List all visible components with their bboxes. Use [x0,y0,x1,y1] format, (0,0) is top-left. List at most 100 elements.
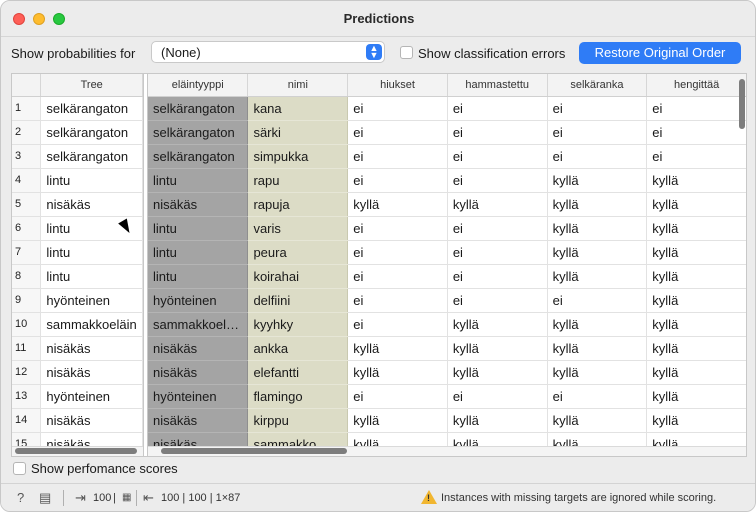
hair-cell: ei [347,384,448,409]
row-number: 13 [12,384,42,409]
type-cell: lintu [148,168,249,193]
prediction-row[interactable]: 3 selkärangaton [12,144,143,169]
name-cell: delfiini [247,288,349,313]
hair-cell: kyllä [347,360,448,385]
breathes-cell: kyllä [646,408,746,433]
tree-prediction-cell: nisäkäs [40,192,143,217]
tree-prediction-cell: hyönteinen [40,384,143,409]
row-number-header [12,74,42,97]
breathes-cell: kyllä [646,312,746,337]
type-cell: selkärangaton [148,144,249,169]
report-icon[interactable]: ▤ [39,490,51,506]
tree-prediction-cell: hyönteinen [40,288,143,313]
prediction-row[interactable]: 13 hyönteinen [12,384,143,409]
performance-scores-checkbox[interactable] [13,462,26,475]
type-cell: hyönteinen [148,288,249,313]
data-row[interactable]: hyönteinen delfiini ei ei ei kyllä [148,288,746,313]
window-title: Predictions [343,11,415,26]
data-row[interactable]: selkärangaton kana ei ei ei ei [148,96,746,121]
data-row[interactable]: hyönteinen flamingo ei ei ei kyllä [148,384,746,409]
data-row[interactable]: nisäkäs ankka kyllä kyllä kyllä kyllä [148,336,746,361]
warning-message: Instances with missing targets are ignor… [441,492,717,504]
tree-prediction-cell: selkärangaton [40,144,143,169]
data-row[interactable]: nisäkäs elefantti kyllä kyllä kyllä kyllä [148,360,746,385]
teeth-cell: ei [447,168,548,193]
vertical-scrollbar[interactable] [739,79,745,129]
prediction-row[interactable]: 4 lintu [12,168,143,193]
data-row[interactable]: lintu rapu ei ei kyllä kyllä [148,168,746,193]
column-header[interactable]: eläintyyppi [148,74,249,97]
prediction-row[interactable]: 9 hyönteinen [12,288,143,313]
row-number: 8 [12,264,42,289]
breathes-cell: kyllä [646,336,746,361]
prediction-row[interactable]: 7 lintu [12,240,143,265]
tree-prediction-cell: selkärangaton [40,120,143,145]
column-header[interactable]: hiukset [347,74,448,97]
prediction-row[interactable]: 14 nisäkäs [12,408,143,433]
column-header[interactable]: selkäranka [547,74,648,97]
data-row[interactable]: sammakkoel… kyyhky ei kyllä kyllä kyllä [148,312,746,337]
hair-cell: ei [347,168,448,193]
teeth-cell: kyllä [447,312,548,337]
predictions-table-area: Tree 1 selkärangaton 2 selkärangaton 3 selkär… [11,73,747,457]
type-cell: nisäkäs [148,192,249,217]
breathes-cell: kyllä [646,288,746,313]
name-cell: särki [247,120,349,145]
classification-errors-checkbox[interactable] [400,46,413,59]
prediction-row[interactable]: 8 lintu [12,264,143,289]
show-probabilities-label: Show probabilities for [11,46,136,61]
column-header[interactable]: nimi [247,74,349,97]
type-cell: nisäkäs [148,360,249,385]
right-horizontal-scrollbar[interactable] [161,448,347,454]
data-row[interactable]: lintu koirahai ei ei kyllä kyllä [148,264,746,289]
teeth-cell: ei [447,384,548,409]
data-row[interactable]: selkärangaton särki ei ei ei ei [148,120,746,145]
probabilities-select-value: (None) [161,45,201,60]
tree-prediction-cell: lintu [40,264,143,289]
row-number: 5 [12,192,42,217]
prediction-row[interactable]: 10 sammakkoeläin [12,312,143,337]
hair-cell: ei [347,288,448,313]
data-row[interactable]: lintu peura ei ei kyllä kyllä [148,240,746,265]
data-row[interactable]: selkärangaton simpukka ei ei ei ei [148,144,746,169]
prediction-row[interactable]: 12 nisäkäs [12,360,143,385]
input-icon: ⇥ [75,490,86,505]
hair-cell: ei [347,312,448,337]
type-cell: selkärangaton [148,96,249,121]
prediction-row[interactable]: 1 selkärangaton [12,96,143,121]
spine-cell: kyllä [547,336,648,361]
prediction-row[interactable]: 11 nisäkäs [12,336,143,361]
data-row[interactable]: nisäkäs kirppu kyllä kyllä kyllä kyllä [148,408,746,433]
probabilities-select[interactable]: (None) ▲ ▼ [151,41,385,63]
name-cell: kyyhky [247,312,349,337]
spine-cell: kyllä [547,408,648,433]
hair-cell: ei [347,264,448,289]
hair-cell: ei [347,96,448,121]
type-cell: lintu [148,264,249,289]
prediction-row[interactable]: 5 nisäkäs [12,192,143,217]
hair-cell: kyllä [347,192,448,217]
type-cell: hyönteinen [148,384,249,409]
tree-column-header[interactable]: Tree [40,74,143,97]
warning-icon-mark: ! [427,493,430,503]
help-icon[interactable]: ? [17,490,24,505]
data-row[interactable]: nisäkäs rapuja kyllä kyllä kyllä kyllä [148,192,746,217]
data-table: eläintyyppi nimi hiukset hammastettu selkära… [148,74,746,456]
row-number: 4 [12,168,42,193]
type-cell: lintu [148,216,249,241]
breathes-cell: kyllä [646,360,746,385]
column-header[interactable]: hammastettu [447,74,548,97]
teeth-cell: ei [447,240,548,265]
teeth-cell: kyllä [447,192,548,217]
data-row[interactable]: lintu varis ei ei kyllä kyllä [148,216,746,241]
left-horizontal-scrollbar[interactable] [15,448,137,454]
teeth-cell: ei [447,96,548,121]
hair-cell: ei [347,120,448,145]
restore-original-order-button[interactable]: Restore Original Order [579,42,741,64]
toolbar: Show probabilities for (None) ▲ ▼ Show cl… [1,37,755,71]
name-cell: ankka [247,336,349,361]
teeth-cell: ei [447,288,548,313]
prediction-row[interactable]: 2 selkärangaton [12,120,143,145]
status-divider [63,490,64,506]
column-header[interactable]: hengittää [646,74,746,97]
